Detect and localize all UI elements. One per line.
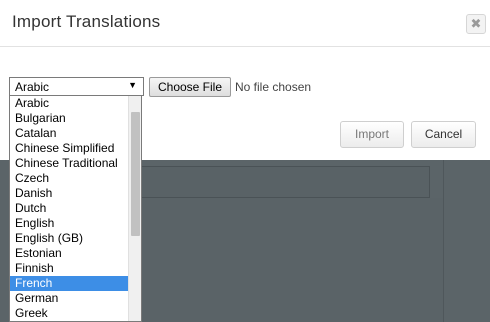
language-option[interactable]: Estonian — [10, 246, 128, 261]
language-option[interactable]: Catalan — [10, 126, 128, 141]
language-option[interactable]: Arabic — [10, 96, 128, 111]
background-content — [138, 198, 443, 322]
language-option[interactable]: English (GB) — [10, 231, 128, 246]
language-select-value: Arabic — [15, 80, 50, 94]
language-option[interactable]: Chinese Traditional — [10, 156, 128, 171]
language-option[interactable]: Dutch — [10, 201, 128, 216]
language-option[interactable]: Bulgarian — [10, 111, 128, 126]
background-divider — [443, 160, 444, 322]
cancel-button[interactable]: Cancel — [411, 121, 476, 148]
dialog-title: Import Translations — [12, 12, 161, 31]
scrollbar-thumb[interactable] — [131, 112, 140, 236]
language-option[interactable]: French — [10, 276, 128, 291]
language-select[interactable]: Arabic ▼ — [9, 77, 144, 96]
language-options: Arabic Bulgarian Catalan Chinese Simplified… — [10, 96, 128, 321]
language-option[interactable]: Finnish — [10, 261, 128, 276]
language-dropdown-list: Arabic Bulgarian Catalan Chinese Simplified… — [9, 96, 142, 322]
language-option[interactable]: Danish — [10, 186, 128, 201]
dropdown-scrollbar[interactable] — [128, 96, 141, 321]
dialog-header: Import Translations ✖ — [0, 0, 490, 47]
dropdown-arrow-icon: ▼ — [128, 80, 137, 90]
background-panel — [138, 166, 430, 198]
import-button[interactable]: Import — [340, 121, 404, 148]
language-option[interactable]: English — [10, 216, 128, 231]
language-option[interactable]: German — [10, 291, 128, 306]
language-option[interactable]: Czech — [10, 171, 128, 186]
file-status-text: No file chosen — [235, 80, 312, 94]
choose-file-button[interactable]: Choose File — [149, 77, 231, 97]
close-icon[interactable]: ✖ — [466, 14, 486, 34]
language-option[interactable]: Chinese Simplified — [10, 141, 128, 156]
language-option[interactable]: Greek — [10, 306, 128, 321]
